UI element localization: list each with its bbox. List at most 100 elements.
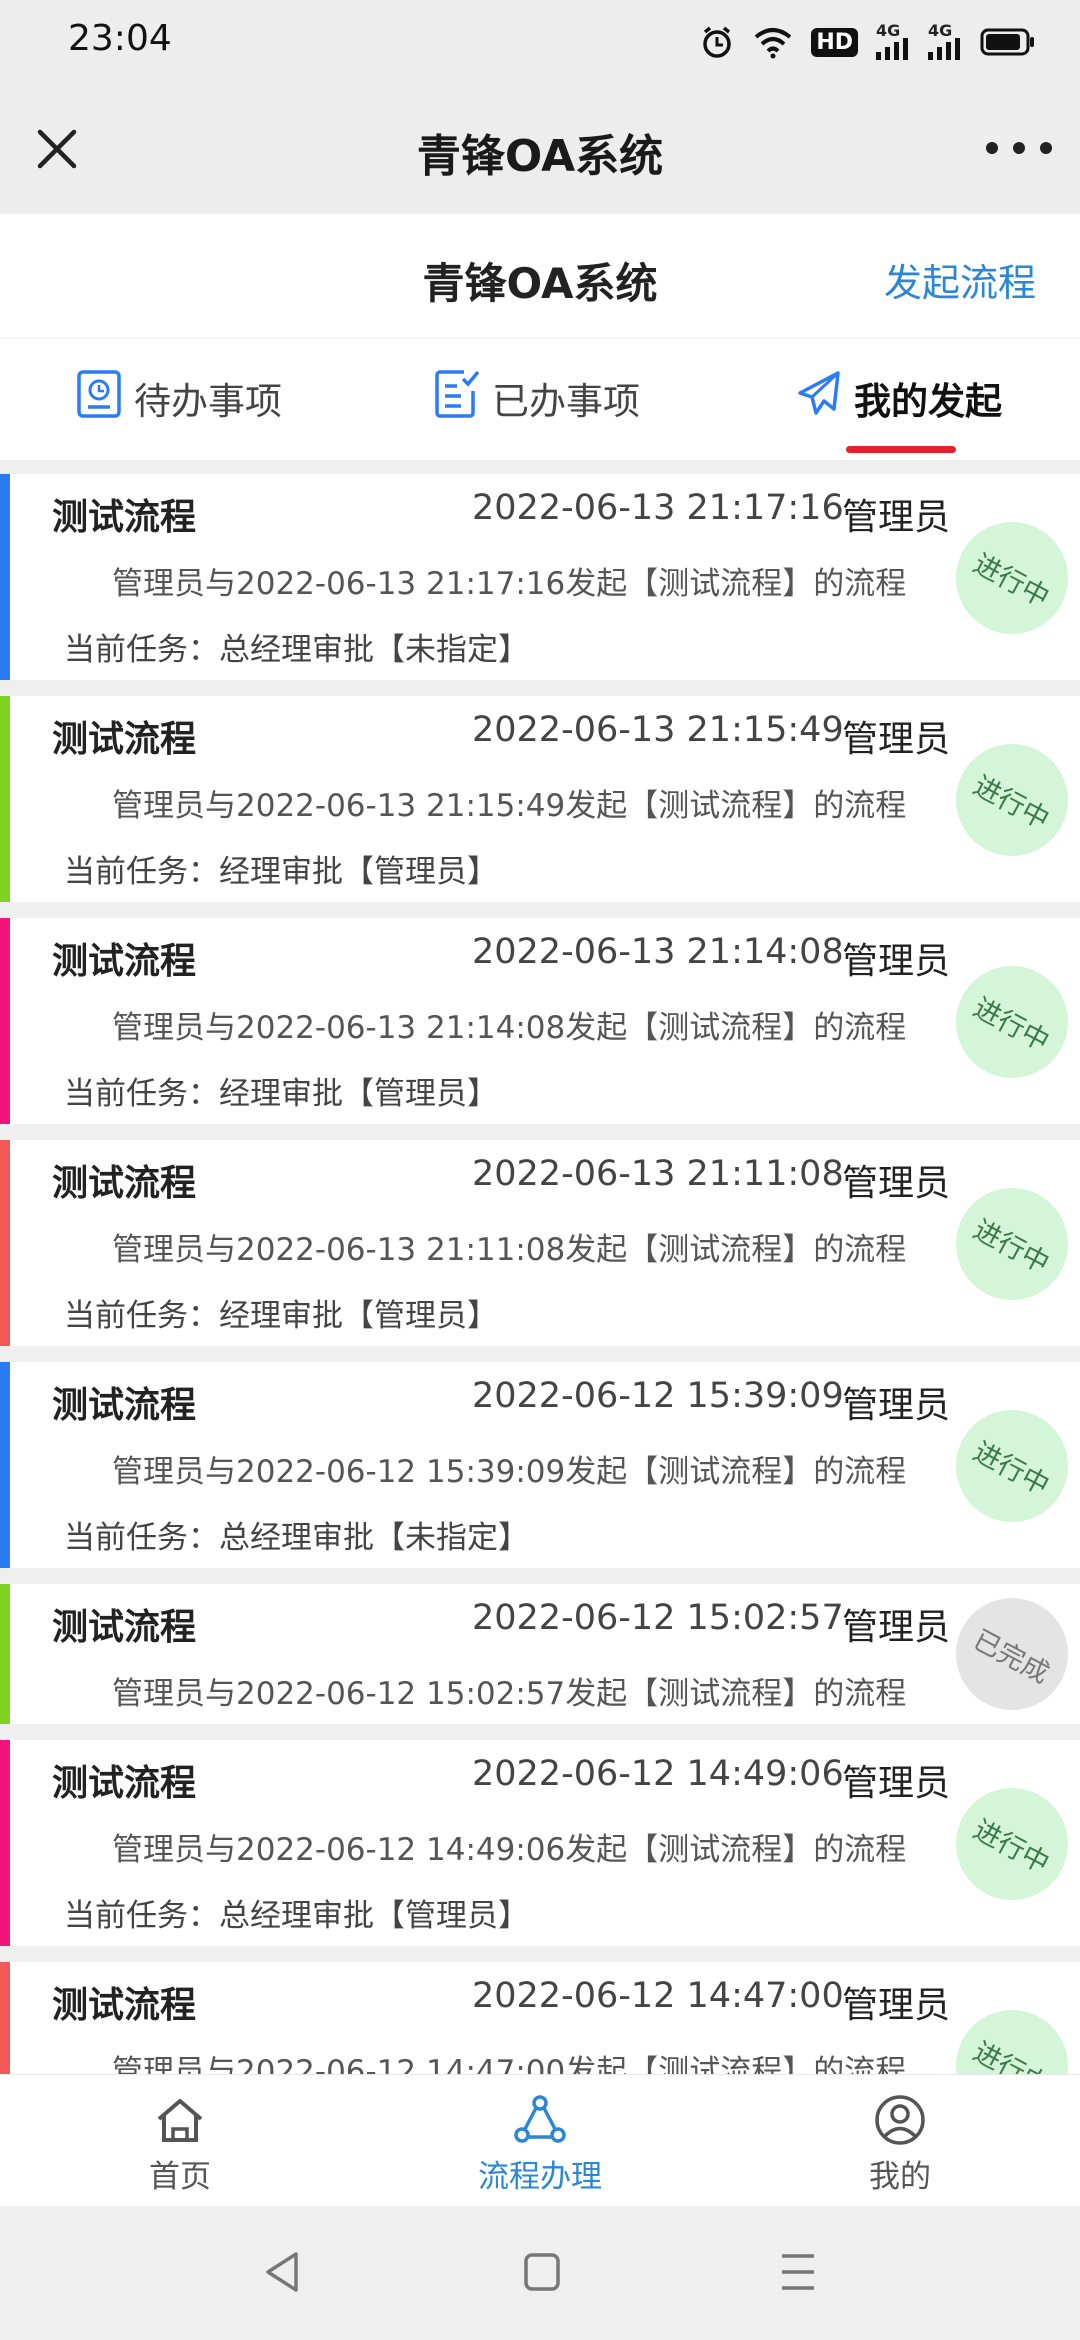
menu-lines-icon[interactable]: [778, 2250, 818, 2298]
process-date: 2022-06-12 14:47:00: [472, 1976, 844, 2016]
process-date: 2022-06-12 15:39:09: [472, 1376, 844, 1416]
process-description: 管理员与2022-06-12 15:39:09发起【测试流程】的流程: [112, 1454, 907, 1490]
tab-label: 待办事项: [134, 380, 282, 423]
nav-label: 流程办理: [478, 2159, 602, 2195]
process-name: 测试流程: [52, 497, 197, 538]
process-list: 测试流程 2022-06-13 21:17:16 管理员 管理员与2022-06…: [0, 474, 1080, 2074]
card-color-bar: [0, 696, 10, 902]
process-date: 2022-06-13 21:14:08: [472, 932, 844, 972]
nav-label: 首页: [149, 2159, 211, 2195]
status-badge: 进行中: [956, 2010, 1068, 2074]
process-date: 2022-06-12 15:02:57: [472, 1598, 844, 1638]
list-item[interactable]: 测试流程 2022-06-13 21:14:08 管理员 管理员与2022-06…: [0, 918, 1080, 1124]
list-item[interactable]: 测试流程 2022-06-12 14:47:00 管理员 管理员与2022-06…: [0, 1962, 1080, 2074]
status-badge: 进行中: [956, 1188, 1068, 1300]
process-name: 测试流程: [52, 1163, 197, 1204]
card-color-bar: [0, 1962, 10, 2074]
status-time: 23:04: [68, 18, 172, 59]
nav-flow[interactable]: 流程办理: [440, 2093, 640, 2196]
hd-icon: HD: [811, 27, 858, 57]
user-profile-icon: [875, 2095, 925, 2145]
process-description: 管理员与2022-06-12 15:02:57发起【测试流程】的流程: [112, 1676, 907, 1712]
start-flow-button[interactable]: 发起流程: [884, 252, 1036, 307]
process-description: 管理员与2022-06-13 21:15:49发起【测试流程】的流程: [112, 788, 907, 824]
status-badge: 进行中: [956, 966, 1068, 1078]
home-icon: [157, 2099, 203, 2142]
list-item[interactable]: 测试流程 2022-06-12 15:39:09 管理员 管理员与2022-06…: [0, 1362, 1080, 1568]
status-badge: 已完成: [956, 1598, 1068, 1710]
more-options-icon[interactable]: [986, 134, 1052, 162]
status-badge: 进行中: [956, 1410, 1068, 1522]
process-date: 2022-06-12 14:49:06: [472, 1754, 844, 1794]
tab-my-initiated[interactable]: 我的发起: [796, 370, 1002, 426]
card-color-bar: [0, 1140, 10, 1346]
process-user: 管理员: [842, 719, 951, 760]
process-user: 管理员: [842, 1985, 951, 2026]
signal-icon: 4G: [876, 23, 910, 60]
todo-clock-icon: [76, 369, 122, 428]
card-color-bar: [0, 1740, 10, 1946]
tab-label: 我的发起: [854, 380, 1002, 423]
tab-bar: 待办事项 已办事项 我的发起: [0, 338, 1080, 460]
process-user: 管理员: [842, 941, 951, 982]
process-name: 测试流程: [52, 1985, 197, 2026]
process-name: 测试流程: [52, 941, 197, 982]
process-user: 管理员: [842, 1163, 951, 1204]
process-description: 管理员与2022-06-12 14:47:00发起【测试流程】的流程: [112, 2054, 907, 2074]
nav-me[interactable]: 我的: [800, 2093, 1000, 2196]
done-list-icon: [434, 369, 480, 428]
back-triangle-icon[interactable]: [262, 2250, 302, 2298]
alarm-icon: [699, 24, 735, 60]
card-color-bar: [0, 918, 10, 1124]
process-description: 管理员与2022-06-13 21:11:08发起【测试流程】的流程: [112, 1232, 907, 1268]
list-item[interactable]: 测试流程 2022-06-13 21:17:16 管理员 管理员与2022-06…: [0, 474, 1080, 680]
window-title: 青锋OA系统: [416, 131, 664, 182]
process-name: 测试流程: [52, 1607, 197, 1648]
process-date: 2022-06-13 21:15:49: [472, 710, 844, 750]
status-badge: 进行中: [956, 522, 1068, 634]
battery-icon: [980, 27, 1036, 57]
bottom-nav: 首页 流程办理 我的: [0, 2074, 1080, 2206]
card-color-bar: [0, 1584, 10, 1724]
card-color-bar: [0, 1362, 10, 1568]
status-icons: HD 4G 4G: [699, 20, 1036, 64]
status-badge: 进行中: [956, 1788, 1068, 1900]
tab-label: 已办事项: [492, 380, 640, 423]
signal-icon-2: 4G: [928, 23, 962, 60]
current-task: 当前任务：总经理审批【未指定】: [64, 632, 529, 668]
status-badge: 进行中: [956, 744, 1068, 856]
nav-label: 我的: [869, 2159, 931, 2195]
list-item[interactable]: 测试流程 2022-06-13 21:11:08 管理员 管理员与2022-06…: [0, 1140, 1080, 1346]
process-user: 管理员: [842, 1763, 951, 1804]
list-item[interactable]: 测试流程 2022-06-13 21:15:49 管理员 管理员与2022-06…: [0, 696, 1080, 902]
flow-nodes-icon: [514, 2095, 566, 2143]
app-header: 青锋OA系统 发起流程: [0, 214, 1080, 338]
process-description: 管理员与2022-06-12 14:49:06发起【测试流程】的流程: [112, 1832, 907, 1868]
status-bar: 23:04 HD 4G 4G: [0, 0, 1080, 84]
list-item[interactable]: 测试流程 2022-06-12 14:49:06 管理员 管理员与2022-06…: [0, 1740, 1080, 1946]
process-user: 管理员: [842, 497, 951, 538]
process-name: 测试流程: [52, 719, 197, 760]
current-task: 当前任务：总经理审批【管理员】: [64, 1898, 529, 1934]
process-date: 2022-06-13 21:17:16: [472, 488, 844, 528]
nav-home[interactable]: 首页: [80, 2093, 280, 2196]
active-tab-indicator: [846, 446, 956, 453]
process-user: 管理员: [842, 1385, 951, 1426]
current-task: 当前任务：经理审批【管理员】: [64, 854, 498, 890]
current-task: 当前任务：经理审批【管理员】: [64, 1076, 498, 1112]
process-description: 管理员与2022-06-13 21:17:16发起【测试流程】的流程: [112, 566, 907, 602]
process-name: 测试流程: [52, 1763, 197, 1804]
process-description: 管理员与2022-06-13 21:14:08发起【测试流程】的流程: [112, 1010, 907, 1046]
card-color-bar: [0, 474, 10, 680]
list-item[interactable]: 测试流程 2022-06-12 15:02:57 管理员 管理员与2022-06…: [0, 1584, 1080, 1724]
current-task: 当前任务：总经理审批【未指定】: [64, 1520, 529, 1556]
process-date: 2022-06-13 21:11:08: [472, 1154, 844, 1194]
wifi-icon: [753, 25, 793, 59]
process-user: 管理员: [842, 1607, 951, 1648]
tab-todo[interactable]: 待办事项: [76, 369, 282, 428]
title-bar: 青锋OA系统: [0, 84, 1080, 214]
tab-done[interactable]: 已办事项: [434, 369, 640, 428]
home-square-icon[interactable]: [522, 2250, 562, 2298]
process-name: 测试流程: [52, 1385, 197, 1426]
current-task: 当前任务：经理审批【管理员】: [64, 1298, 498, 1334]
